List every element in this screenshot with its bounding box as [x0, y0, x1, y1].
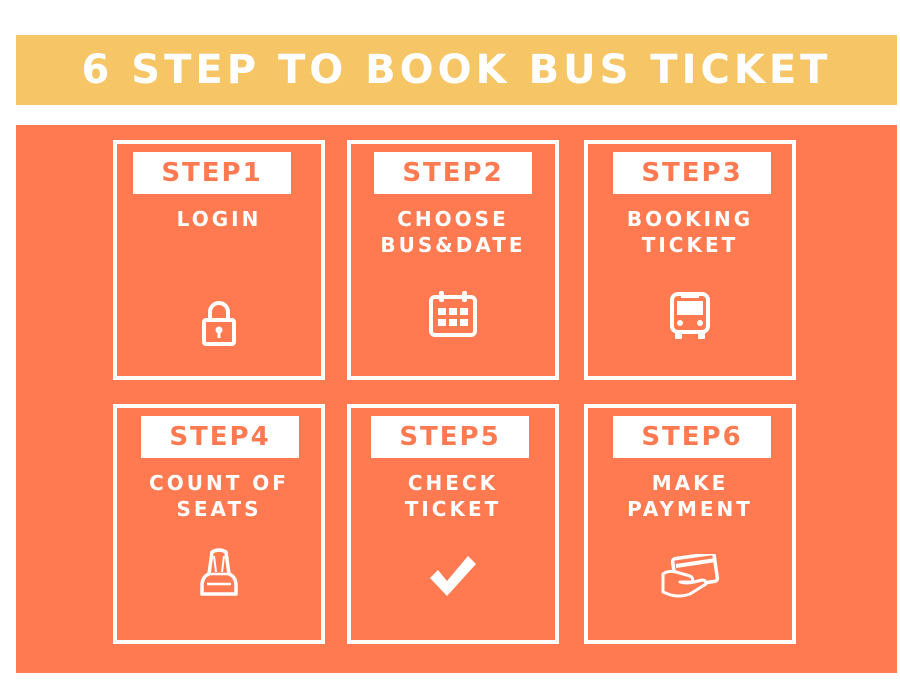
- step-card-5: STEP5 CHECK TICKET: [347, 404, 559, 644]
- step-title: MAKE PAYMENT: [627, 471, 753, 521]
- calendar-icon: [351, 290, 555, 338]
- step-card-4: STEP4 COUNT OF SEATS: [113, 404, 325, 644]
- checkmark-icon: [351, 554, 555, 598]
- step-card-3: STEP3 BOOKING TICKET: [584, 140, 796, 380]
- step-label: STEP6: [613, 416, 771, 458]
- lock-icon: [117, 300, 321, 346]
- title-banner: 6 STEP TO BOOK BUS TICKET: [16, 35, 897, 105]
- step-card-2: STEP2 CHOOSE BUS&DATE: [347, 140, 559, 380]
- seat-icon: [117, 548, 321, 600]
- page-title: 6 STEP TO BOOK BUS TICKET: [81, 47, 832, 93]
- credit-card-icon: [588, 554, 792, 598]
- step-label: STEP3: [613, 152, 771, 194]
- step-title: LOGIN: [176, 207, 262, 231]
- steps-panel: STEP1 LOGIN STEP2 CHOOSE BUS&DATE STEP3 …: [16, 125, 897, 673]
- step-card-1: STEP1 LOGIN: [113, 140, 325, 380]
- step-label: STEP1: [133, 152, 291, 194]
- step-card-6: STEP6 MAKE PAYMENT: [584, 404, 796, 644]
- step-label: STEP2: [374, 152, 532, 194]
- bus-icon: [588, 292, 792, 340]
- step-title: COUNT OF SEATS: [149, 471, 289, 521]
- step-title: CHECK TICKET: [404, 471, 502, 521]
- step-label: STEP5: [371, 416, 529, 458]
- step-title: BOOKING TICKET: [626, 207, 754, 257]
- step-label: STEP4: [141, 416, 299, 458]
- step-title: CHOOSE BUS&DATE: [380, 207, 526, 257]
